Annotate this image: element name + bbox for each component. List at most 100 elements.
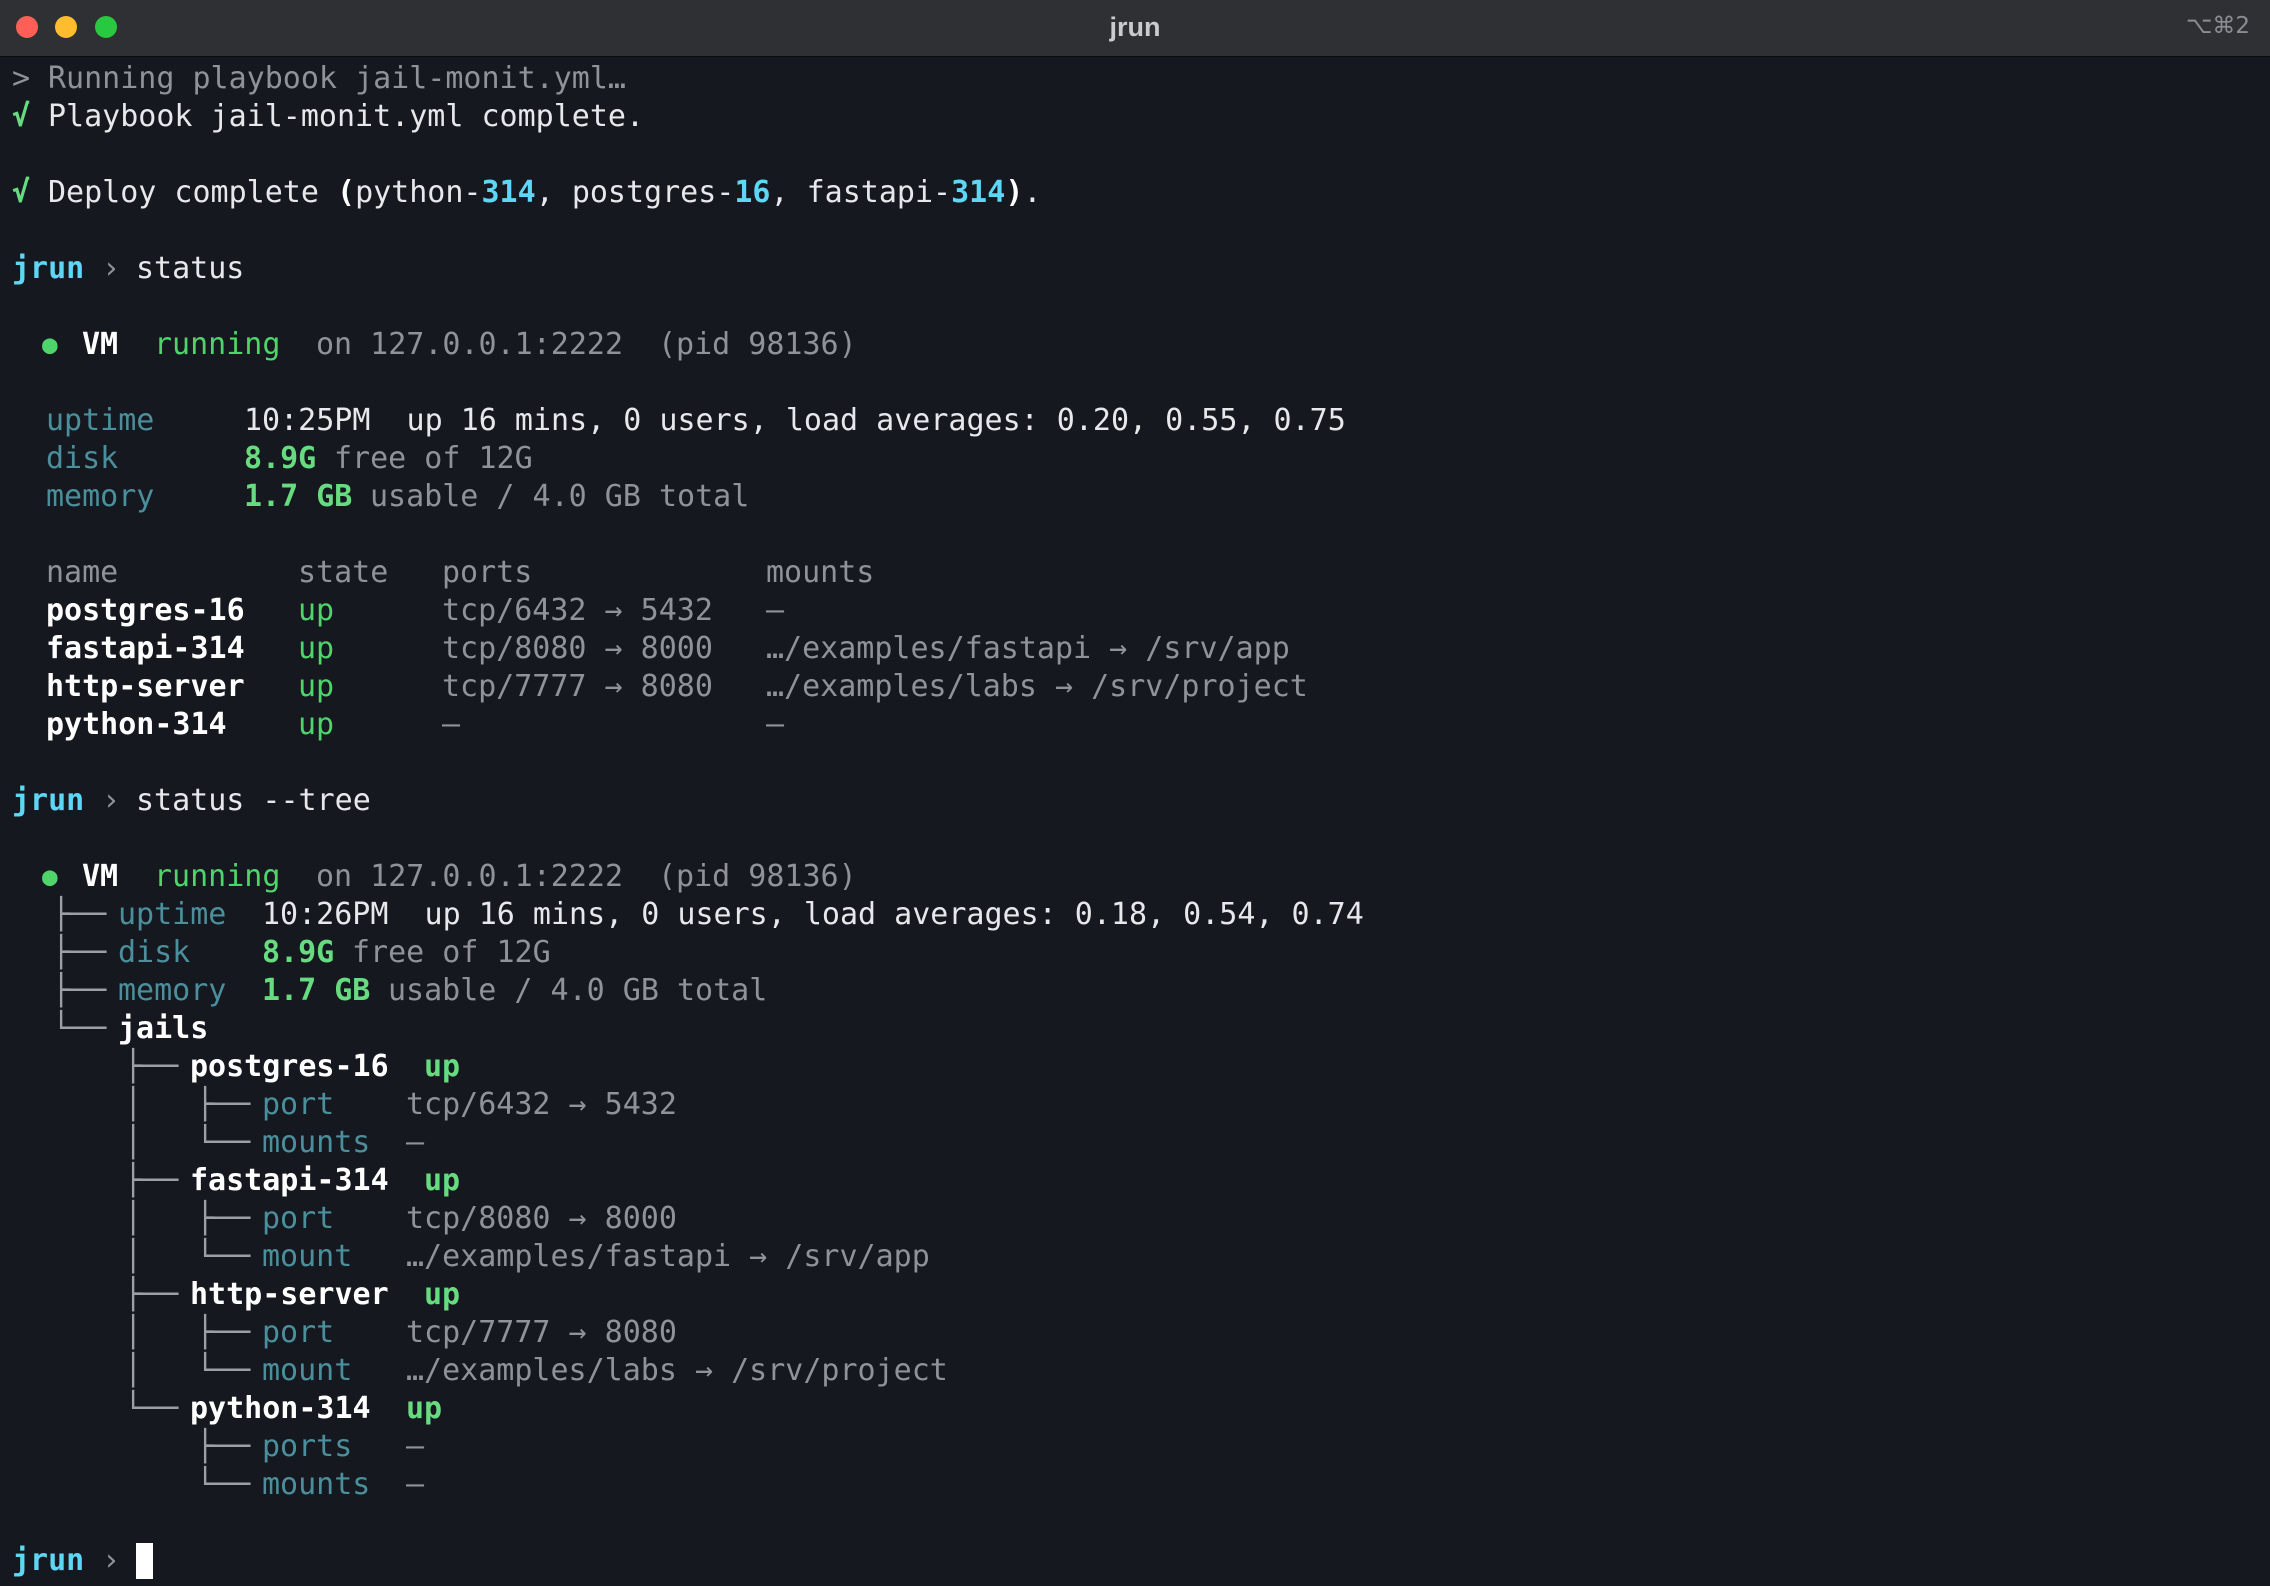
- prompt-name: jrun: [12, 783, 85, 818]
- jail-state: up: [298, 593, 335, 628]
- tree-node: ├── disk 8.9G free of 12G: [52, 935, 551, 970]
- running-text: Running playbook jail-monit.yml…: [48, 61, 626, 96]
- jail-key: mounts: [262, 1467, 371, 1502]
- jail-value: —: [406, 1125, 425, 1160]
- jail-state: up: [424, 1277, 461, 1312]
- jail-name: fastapi-314: [46, 631, 245, 666]
- table-row: postgres-16 up tcp/6432 → 5432 —: [12, 592, 2262, 630]
- column-header: mounts: [766, 555, 875, 590]
- disk-rest: free of 12G: [334, 441, 533, 476]
- jail-state: up: [406, 1391, 443, 1426]
- jail-key: port: [262, 1087, 335, 1122]
- tree-node: │ └── mounts —: [124, 1125, 425, 1160]
- table-row: http-server up tcp/7777 → 8080 …/examples/l…: [12, 668, 2262, 706]
- deploy-item: python-: [355, 175, 482, 210]
- jail-name: http-server: [46, 669, 245, 704]
- uptime-label: uptime: [118, 897, 227, 932]
- vm-state: running: [154, 859, 281, 894]
- tree-node: ├── postgres-16 up: [124, 1049, 461, 1084]
- tree-node: ├── ports —: [196, 1429, 425, 1464]
- terminal-output[interactable]: > Running playbook jail-monit.yml… √ Playb…: [12, 60, 2262, 1580]
- tree-node: └── jails: [52, 1011, 209, 1046]
- check-icon: √: [12, 99, 31, 134]
- output-line: > Running playbook jail-monit.yml…: [12, 60, 2262, 98]
- vm-address: on 127.0.0.1:2222: [316, 327, 624, 362]
- jail-ports: —: [442, 707, 461, 742]
- jail-value: …/examples/fastapi → /srv/app: [406, 1239, 930, 1274]
- jail-state: up: [298, 707, 335, 742]
- table-row: python-314 up — —: [12, 706, 2262, 744]
- jail-name: http-server: [190, 1277, 389, 1312]
- vm-label: VM: [82, 859, 119, 894]
- jail-name: python-314: [46, 707, 227, 742]
- disk-free: 8.9G: [244, 441, 317, 476]
- jail-key: mount: [262, 1239, 353, 1274]
- jail-key: port: [262, 1315, 335, 1350]
- tree-node: ├── uptime 10:26PM up 16 mins, 0 users, lo…: [52, 897, 1364, 932]
- jail-name: python-314: [190, 1391, 371, 1426]
- vm-status-line: ● VM running on 127.0.0.1:2222 (pid 98136): [12, 326, 2262, 364]
- tree-node: │ ├── port tcp/8080 → 8000: [124, 1201, 677, 1236]
- jail-name: postgres-16: [46, 593, 245, 628]
- deploy-item: fastapi-: [806, 175, 952, 210]
- jail-ports: tcp/8080 → 8000: [442, 631, 713, 666]
- column-header: name: [46, 555, 119, 590]
- prompt-line[interactable]: jrun ›: [12, 1542, 2262, 1580]
- tree-node: └── python-314 up: [124, 1391, 443, 1426]
- tree-node: │ ├── port tcp/6432 → 5432: [124, 1087, 677, 1122]
- prompt-separator: ›: [102, 783, 121, 818]
- column-header: state: [298, 555, 389, 590]
- tree-node: ├── http-server up: [124, 1277, 461, 1312]
- tree-node: │ └── mount …/examples/fastapi → /srv/app: [124, 1239, 930, 1274]
- running-prefix: >: [12, 61, 31, 96]
- vm-status-line: ● VM running on 127.0.0.1:2222 (pid 98136): [12, 858, 2262, 896]
- output-line: √ Deploy complete (python-314, postgres-1…: [12, 175, 1042, 210]
- jail-state: up: [298, 631, 335, 666]
- jail-mounts: —: [766, 707, 785, 742]
- command-text: status --tree: [136, 783, 371, 818]
- prompt-name: jrun: [12, 1543, 85, 1578]
- disk-label: disk: [118, 935, 191, 970]
- tree-node: │ ├── port tcp/7777 → 8080: [124, 1315, 677, 1350]
- jail-value: …/examples/labs → /srv/project: [406, 1353, 948, 1388]
- memory-label: memory: [118, 973, 227, 1008]
- complete-text: Playbook jail-monit.yml complete.: [48, 99, 645, 134]
- memory-rest: usable / 4.0 GB total: [370, 479, 750, 514]
- jail-mounts: …/examples/fastapi → /srv/app: [766, 631, 1290, 666]
- jail-mounts: …/examples/labs → /srv/project: [766, 669, 1308, 704]
- deploy-item: postgres-: [571, 175, 735, 210]
- disk-rest: free of 12G: [352, 935, 551, 970]
- window-shortcut: ⌥⌘2: [2185, 13, 2250, 39]
- tree-node: │ └── mount …/examples/labs → /srv/project: [124, 1353, 948, 1388]
- title-bar: jrun ⌥⌘2: [0, 0, 2270, 57]
- jail-value: tcp/7777 → 8080: [406, 1315, 677, 1350]
- jail-name: fastapi-314: [190, 1163, 389, 1198]
- prompt-name: jrun: [12, 251, 85, 286]
- uptime-value: 10:26PM up 16 mins, 0 users, load averag…: [262, 897, 1364, 932]
- uptime-line: uptime 10:25PM up 16 mins, 0 users, load …: [12, 402, 2262, 440]
- deploy-text: Deploy complete: [48, 175, 319, 210]
- status-dot-icon: ●: [42, 330, 58, 360]
- memory-usable: 1.7 GB: [244, 479, 353, 514]
- memory-usable: 1.7 GB: [262, 973, 371, 1008]
- disk-label: disk: [46, 441, 119, 476]
- tree-node: ├── fastapi-314 up: [124, 1163, 461, 1198]
- prompt-line: jrun › status: [12, 250, 2262, 288]
- check-icon: √: [12, 175, 31, 210]
- vm-pid: (pid 98136): [658, 327, 857, 362]
- jail-mounts: —: [766, 593, 785, 628]
- jail-ports: tcp/6432 → 5432: [442, 593, 713, 628]
- jail-key: mount: [262, 1353, 353, 1388]
- text-cursor[interactable]: [136, 1543, 153, 1579]
- prompt-separator: ›: [102, 251, 121, 286]
- vm-label: VM: [82, 327, 119, 362]
- jail-value: —: [406, 1429, 425, 1464]
- prompt-separator: ›: [102, 1543, 121, 1578]
- prompt-line: jrun › status --tree: [12, 782, 2262, 820]
- table-row: fastapi-314 up tcp/8080 → 8000 …/examples/f…: [12, 630, 2262, 668]
- jail-name: postgres-16: [190, 1049, 389, 1084]
- jail-value: tcp/8080 → 8000: [406, 1201, 677, 1236]
- command-text: status: [136, 251, 245, 286]
- jails-label: jails: [118, 1011, 209, 1046]
- tree-node: └── mounts —: [196, 1467, 425, 1502]
